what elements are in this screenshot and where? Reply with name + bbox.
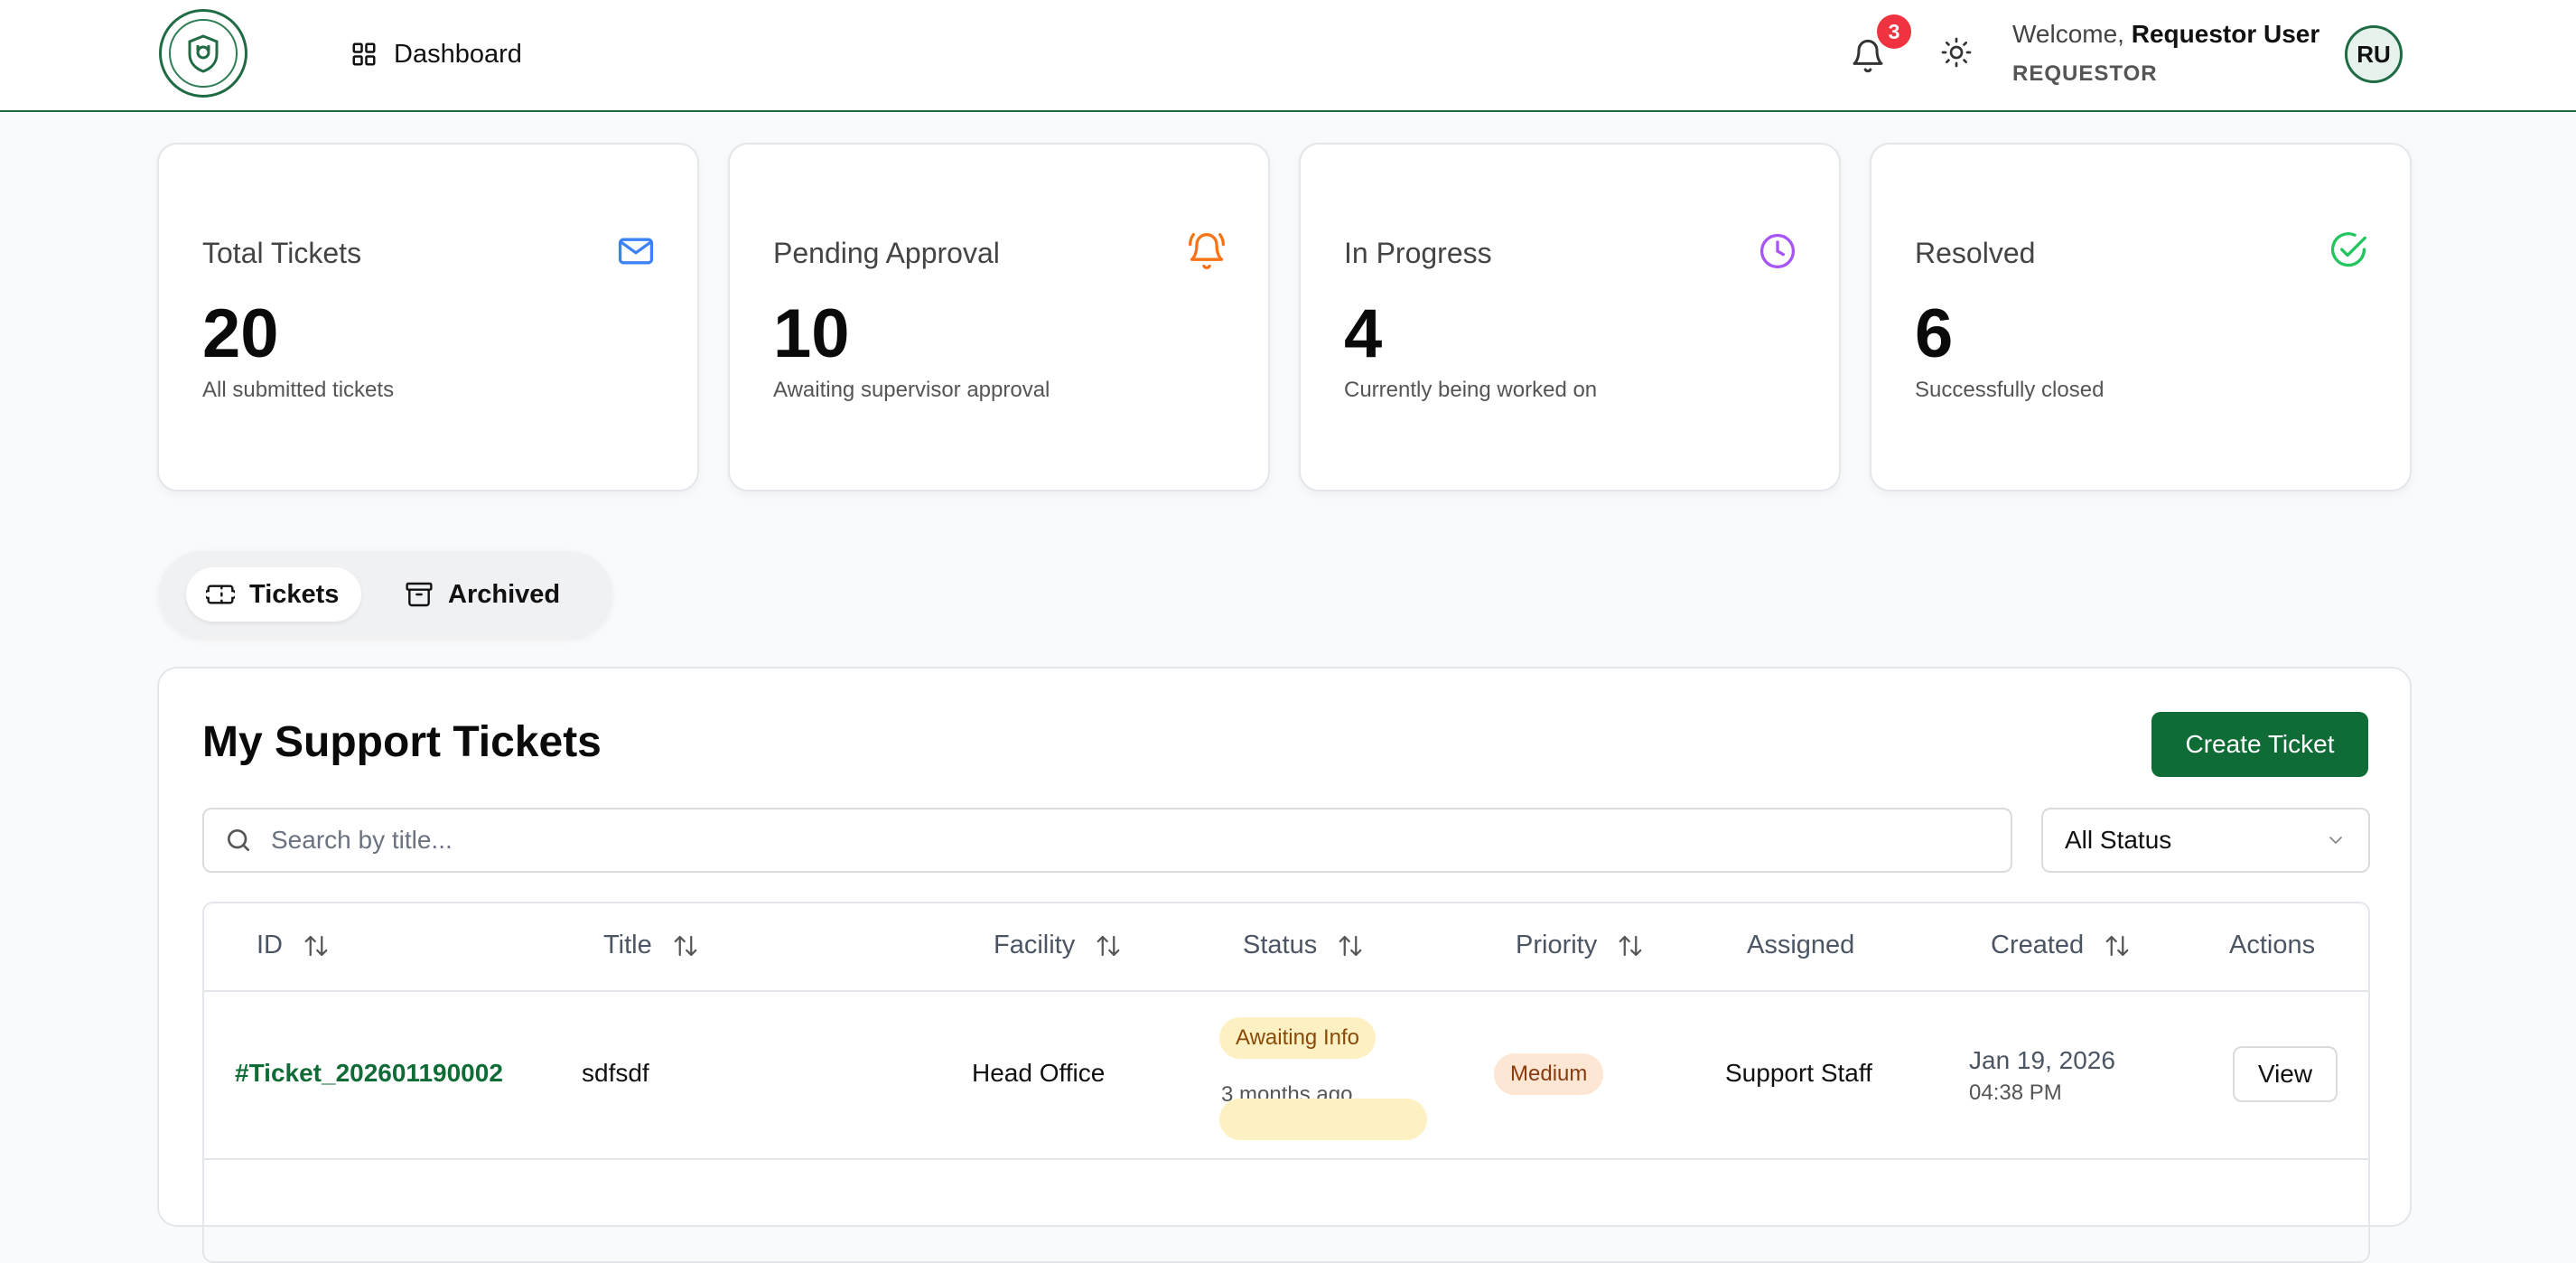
sort-arrows-icon <box>2105 935 2129 956</box>
stat-card-value: 6 <box>1915 295 1954 372</box>
column-header-id[interactable]: ID <box>257 931 330 960</box>
welcome-message: Welcome, Requestor User <box>2012 20 2319 49</box>
table-header: ID Title Facility Status Priority Assign… <box>204 903 2368 992</box>
stat-card-total-tickets: Total Tickets 20 All submitted tickets <box>157 143 699 491</box>
user-name: Requestor User <box>2131 20 2320 48</box>
ticket-title: sdfsdf <box>582 1059 649 1087</box>
status-badge <box>1219 1099 1427 1140</box>
search-icon <box>228 829 249 851</box>
column-header-status[interactable]: Status <box>1243 931 1364 960</box>
ticket-facility: Head Office <box>972 1059 1106 1087</box>
assigned-to: Support Staff <box>1725 1059 1872 1087</box>
archive-icon <box>406 582 433 607</box>
mail-icon <box>618 238 654 265</box>
stat-card-pending-approval: Pending Approval 10 Awaiting supervisor … <box>728 143 1270 491</box>
clock-icon <box>1759 233 1796 269</box>
organization-logo[interactable] <box>159 9 247 98</box>
ticket-view-tabs: Tickets Archived <box>159 551 612 638</box>
column-label: Assigned <box>1747 931 1855 959</box>
status-filter-value: All Status <box>2065 826 2172 854</box>
check-circle-icon <box>2330 232 2366 267</box>
column-header-assigned: Assigned <box>1747 931 1854 960</box>
stat-card-subtitle: Awaiting supervisor approval <box>773 378 1050 402</box>
tickets-table: ID Title Facility Status Priority Assign… <box>202 902 2370 1263</box>
view-ticket-button[interactable]: View <box>2233 1046 2338 1102</box>
sort-arrows-icon <box>304 935 328 956</box>
bell-ring-icon <box>1189 233 1225 269</box>
stat-card-subtitle: Currently being worked on <box>1344 378 1598 402</box>
panel-title: My Support Tickets <box>202 718 602 766</box>
stat-card-title: Total Tickets <box>202 237 362 269</box>
column-header-actions: Actions <box>2229 931 2315 960</box>
sort-arrows-icon <box>1339 935 1362 956</box>
status-filter-select[interactable]: All Status <box>2041 808 2370 873</box>
tab-tickets-label: Tickets <box>249 579 340 609</box>
user-avatar[interactable]: RU <box>2345 25 2403 83</box>
column-label: ID <box>257 931 283 959</box>
layout-grid-icon <box>352 42 376 66</box>
support-tickets-panel: My Support Tickets Create Ticket Search … <box>157 667 2412 1263</box>
column-label: Status <box>1243 931 1318 959</box>
welcome-prefix: Welcome, <box>2012 20 2124 48</box>
search-placeholder: Search by title... <box>271 826 453 854</box>
tab-archived-label: Archived <box>448 579 561 609</box>
created-time: 04:38 PM <box>1969 1081 2062 1105</box>
column-header-title[interactable]: Title <box>603 931 699 960</box>
stat-card-title: Resolved <box>1915 237 2036 269</box>
user-role: REQUESTOR <box>2012 61 2158 86</box>
column-header-priority[interactable]: Priority <box>1516 931 1644 960</box>
status-badge: Awaiting Info <box>1219 1017 1376 1059</box>
stat-card-subtitle: Successfully closed <box>1915 378 2105 402</box>
column-label: Created <box>1991 931 2085 959</box>
column-label: Facility <box>994 931 1076 959</box>
tab-archived[interactable]: Archived <box>385 567 593 622</box>
top-header: Dashboard 3 Welcome, Requestor User REQU… <box>0 0 2576 112</box>
stat-card-value: 4 <box>1344 295 1383 372</box>
search-input[interactable]: Search by title... <box>202 808 2012 873</box>
sort-arrows-icon <box>1097 935 1120 956</box>
column-label: Priority <box>1516 931 1598 959</box>
create-ticket-button[interactable]: Create Ticket <box>2151 712 2368 777</box>
stat-card-value: 20 <box>202 295 279 372</box>
sort-arrows-icon <box>1619 935 1642 956</box>
stat-card-title: In Progress <box>1344 237 1492 269</box>
sort-arrows-icon <box>674 935 697 956</box>
created-date: Jan 19, 2026 <box>1969 1046 2115 1074</box>
chevron-down-icon <box>2329 837 2342 844</box>
nav-dashboard-label: Dashboard <box>394 39 522 69</box>
shield-stethoscope-icon <box>188 34 219 73</box>
column-header-facility[interactable]: Facility <box>994 931 1122 960</box>
column-label: Actions <box>2229 931 2316 959</box>
sun-icon <box>1941 37 1972 68</box>
column-header-created[interactable]: Created <box>1991 931 2131 960</box>
logo-emblem <box>169 19 238 88</box>
ticket-id-link[interactable]: #Ticket_202601190002 <box>235 1059 503 1088</box>
column-label: Title <box>603 931 652 959</box>
stat-card-in-progress: In Progress 4 Currently being worked on <box>1299 143 1841 491</box>
ticket-icon <box>206 585 235 604</box>
nav-dashboard-link[interactable]: Dashboard <box>350 33 522 76</box>
tab-tickets[interactable]: Tickets <box>186 567 361 622</box>
stat-card-value: 10 <box>773 295 850 372</box>
notification-count-badge: 3 <box>1877 14 1911 49</box>
stat-card-subtitle: All submitted tickets <box>202 378 395 402</box>
priority-badge: Medium <box>1494 1053 1604 1095</box>
theme-toggle-button[interactable] <box>1940 36 1976 72</box>
stat-card-resolved: Resolved 6 Successfully closed <box>1870 143 2412 491</box>
stat-card-title: Pending Approval <box>773 237 1000 269</box>
